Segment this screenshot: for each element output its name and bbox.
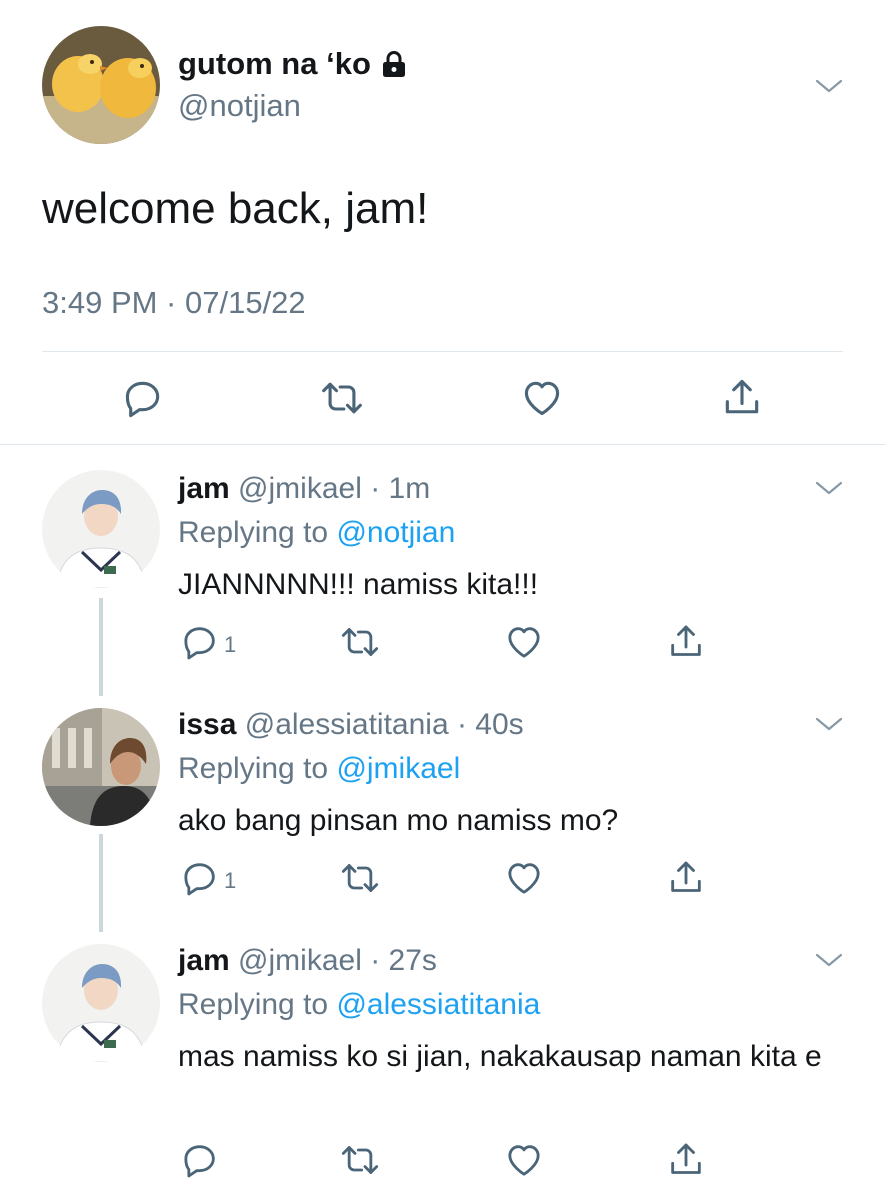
share-icon[interactable]: [666, 622, 706, 662]
avatar[interactable]: [42, 26, 160, 144]
reply-icon[interactable]: [180, 1140, 220, 1180]
replying-to-link[interactable]: @notjian: [336, 516, 455, 549]
chevron-down-icon[interactable]: [814, 714, 844, 734]
replying-to-line: Replying to @notjian: [178, 516, 455, 550]
reply-time: · 1m: [370, 472, 431, 505]
reply-count: 1: [224, 868, 237, 893]
display-name[interactable]: jam: [178, 944, 230, 977]
handle[interactable]: @jmikael: [238, 944, 362, 977]
retweet-icon[interactable]: [340, 1140, 380, 1180]
avatar[interactable]: [42, 708, 160, 826]
avatar[interactable]: [42, 944, 160, 1062]
reply-icon[interactable]: [180, 858, 220, 898]
replying-to-link[interactable]: @alessiatitania: [336, 988, 540, 1021]
thread-line: [99, 598, 103, 696]
handle[interactable]: @alessiatitania: [245, 708, 449, 741]
replying-to-label: Replying to: [178, 752, 329, 785]
reply-icon[interactable]: [180, 622, 220, 662]
reply-text: mas namiss ko si jian, nakakausap naman …: [178, 1040, 822, 1073]
share-icon[interactable]: [666, 858, 706, 898]
tweet-timestamp[interactable]: 3:49 PM · 07/15/22: [42, 285, 306, 321]
replying-to-line: Replying to @jmikael: [178, 752, 460, 786]
reply-text: JIANNNNN!!! namiss kita!!!: [178, 568, 539, 601]
like-icon[interactable]: [504, 858, 544, 898]
display-name[interactable]: issa: [178, 708, 236, 741]
reply-header: issa @alessiatitania · 40s: [178, 708, 524, 742]
reply-time: · 40s: [456, 708, 524, 741]
share-icon[interactable]: [720, 376, 764, 420]
display-name[interactable]: gutom na ‘ko: [178, 46, 407, 82]
reply-count: 1: [224, 632, 237, 657]
replying-to-line: Replying to @alessiatitania: [178, 988, 540, 1022]
display-name-text: gutom na ‘ko: [178, 46, 371, 81]
lock-icon: [382, 51, 405, 77]
chevron-down-icon[interactable]: [814, 950, 844, 970]
replying-to-label: Replying to: [178, 988, 329, 1021]
retweet-icon[interactable]: [340, 858, 380, 898]
like-icon[interactable]: [520, 376, 564, 420]
chevron-down-icon[interactable]: [814, 478, 844, 498]
handle[interactable]: @jmikael: [238, 472, 362, 505]
reply-header: jam @jmikael · 27s: [178, 944, 437, 978]
display-name[interactable]: jam: [178, 472, 230, 505]
avatar[interactable]: [42, 470, 160, 588]
replying-to-label: Replying to: [178, 516, 329, 549]
like-icon[interactable]: [504, 622, 544, 662]
like-icon[interactable]: [504, 1140, 544, 1180]
reply-header: jam @jmikael · 1m: [178, 472, 430, 506]
reply-time: · 27s: [370, 944, 437, 977]
replying-to-link[interactable]: @jmikael: [336, 752, 460, 785]
thread-line: [99, 834, 103, 932]
avatar-image: [42, 26, 160, 144]
chevron-down-icon[interactable]: [814, 76, 844, 96]
avatar-image: [42, 708, 160, 826]
retweet-icon[interactable]: [340, 622, 380, 662]
share-icon[interactable]: [666, 1140, 706, 1180]
reply-icon[interactable]: [121, 376, 165, 420]
tweet-text: welcome back, jam!: [42, 184, 429, 233]
divider: [0, 444, 885, 445]
avatar-image: [42, 470, 160, 588]
divider: [42, 351, 843, 352]
handle[interactable]: @notjian: [178, 88, 301, 124]
reply-text: ako bang pinsan mo namiss mo?: [178, 804, 619, 837]
avatar-image: [42, 944, 160, 1062]
retweet-icon[interactable]: [320, 376, 364, 420]
